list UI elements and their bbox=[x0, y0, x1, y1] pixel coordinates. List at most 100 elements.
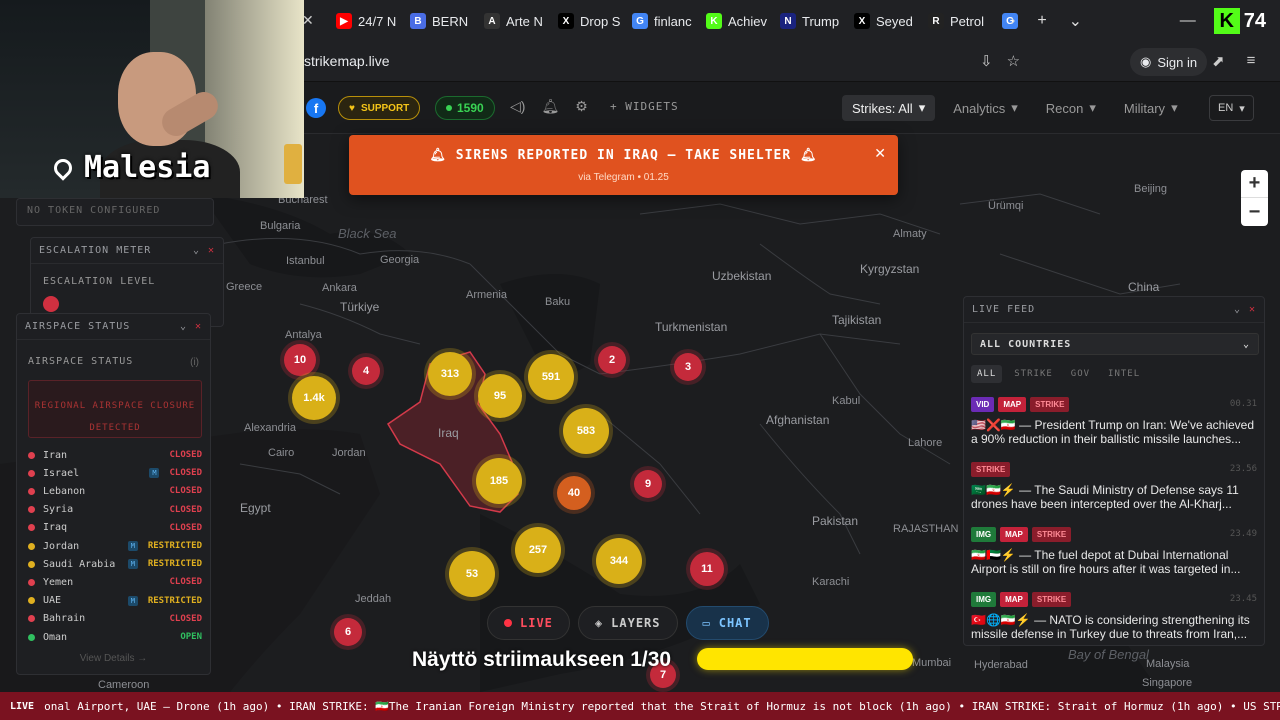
view-details-link[interactable]: View Details → bbox=[17, 653, 210, 664]
close-icon[interactable]: ✕ bbox=[1249, 304, 1256, 315]
feed-tab-strike[interactable]: STRIKE bbox=[1008, 365, 1059, 383]
country-name: Iraq bbox=[43, 522, 68, 534]
tab-controls: › + ⌄ bbox=[1010, 0, 1082, 42]
status-dot-icon bbox=[28, 524, 35, 532]
browser-tab[interactable]: N Trump bbox=[770, 0, 844, 42]
country-filter-select[interactable]: ALL COUNTRIES ⌄ bbox=[971, 333, 1259, 355]
heart-icon: ♥ bbox=[349, 102, 355, 114]
widgets-button[interactable]: + WIDGETS bbox=[610, 100, 679, 113]
bell-icon[interactable]: 🔔︎ bbox=[541, 98, 559, 115]
nav-analytics[interactable]: Analytics ▾ bbox=[943, 95, 1028, 121]
status-badge: RESTRICTED bbox=[147, 541, 202, 551]
extensions-icon[interactable]: ⬈ bbox=[1212, 52, 1225, 70]
strike-cluster[interactable]: 185 bbox=[476, 458, 522, 504]
tab-list-icon[interactable]: ⌄ bbox=[1069, 11, 1082, 31]
strike-cluster[interactable]: 313 bbox=[428, 352, 472, 396]
map-label: Almaty bbox=[893, 228, 927, 240]
status-dot-icon bbox=[28, 487, 35, 495]
chevron-right-icon[interactable]: › bbox=[1010, 12, 1015, 30]
strike-cluster[interactable]: 9 bbox=[634, 470, 662, 498]
strike-cluster[interactable]: 6 bbox=[334, 618, 362, 646]
nav-military[interactable]: Military ▾ bbox=[1114, 95, 1188, 121]
chevron-down-icon: ▾ bbox=[1089, 100, 1096, 115]
strike-cluster[interactable]: 2 bbox=[598, 346, 626, 374]
collapse-icon[interactable]: ⌄ bbox=[180, 321, 187, 332]
new-tab-button[interactable]: + bbox=[1037, 12, 1046, 30]
chat-label: CHAT bbox=[718, 616, 752, 630]
zoom-out-button[interactable]: − bbox=[1241, 198, 1268, 226]
layers-button[interactable]: ◈ LAYERS bbox=[577, 606, 678, 640]
military-badge: M bbox=[127, 541, 138, 551]
status-dot-icon bbox=[28, 578, 35, 586]
airspace-row: Saudi Arabia M RESTRICTED bbox=[28, 555, 202, 573]
url-field[interactable]: strikemap.live bbox=[304, 53, 390, 69]
news-icon: N bbox=[780, 13, 796, 29]
feed-item[interactable]: STRIKE 23.56 🇸🇦🇮🇷⚡ — The Saudi Ministry of… bbox=[971, 462, 1259, 522]
strike-cluster[interactable]: 583 bbox=[563, 408, 609, 454]
sign-in-button[interactable]: ◉ Sign in bbox=[1130, 48, 1208, 76]
browser-tab[interactable]: R Petrol bbox=[918, 0, 992, 42]
country-name: Syria bbox=[43, 504, 74, 516]
strike-cluster[interactable]: 1.4k bbox=[292, 376, 336, 420]
chat-button[interactable]: ▭ CHAT bbox=[685, 606, 769, 640]
map-label: Singapore bbox=[1142, 677, 1193, 689]
strike-cluster[interactable]: 591 bbox=[528, 354, 574, 400]
nav-strikes[interactable]: Strikes: All ▾ bbox=[842, 95, 936, 121]
header-icons: ◁) 🔔︎ ⚙ bbox=[510, 98, 588, 115]
strike-cluster[interactable]: 344 bbox=[596, 538, 642, 584]
feed-item[interactable]: IMG MAP STRIKE 23.45 🇹🇷🌐🇮🇷⚡ — NATO is consid… bbox=[971, 592, 1259, 652]
nav-recon[interactable]: Recon ▾ bbox=[1036, 95, 1106, 121]
bookmark-star-icon[interactable]: ☆ bbox=[1007, 52, 1020, 70]
strike-cluster[interactable]: 10 bbox=[284, 344, 316, 376]
facebook-icon[interactable]: f bbox=[306, 98, 326, 118]
browser-tab[interactable]: A Arte N bbox=[474, 0, 548, 42]
browser-tab[interactable]: Gfinlanc bbox=[622, 0, 696, 42]
strike-cluster[interactable]: 257 bbox=[515, 527, 561, 573]
map-label: Iraq bbox=[438, 426, 459, 440]
browser-tab[interactable]: X Drop S bbox=[548, 0, 622, 42]
strike-cluster[interactable]: 40 bbox=[557, 476, 591, 510]
feed-tab-intel[interactable]: INTEL bbox=[1102, 365, 1146, 383]
browser-tab[interactable]: X Seyed bbox=[844, 0, 918, 42]
map-label: Egypt bbox=[240, 501, 271, 515]
browser-tab[interactable]: B BERN bbox=[400, 0, 474, 42]
volume-icon[interactable]: ◁) bbox=[510, 98, 525, 115]
settings-icon[interactable]: ⚙ bbox=[575, 98, 588, 115]
live-feed-panel: LIVE FEED ⌄ ✕ ALL COUNTRIES ⌄ ALL STRIKE GO… bbox=[963, 296, 1265, 646]
strike-cluster[interactable]: 95 bbox=[478, 374, 522, 418]
browser-tab[interactable]: K Achiev bbox=[696, 0, 770, 42]
country-name: UAE bbox=[43, 595, 62, 607]
map-label: Uzbekistan bbox=[712, 269, 772, 283]
feed-item[interactable]: IMG MAP STRIKE 23.49 🇮🇷🇦🇪⚡ — The fuel depot … bbox=[971, 527, 1259, 587]
zoom-in-button[interactable]: + bbox=[1241, 170, 1268, 198]
info-icon[interactable]: (i) bbox=[190, 357, 199, 368]
feed-tab-gov[interactable]: GOV bbox=[1065, 365, 1096, 383]
language-select[interactable]: EN ▾ bbox=[1209, 95, 1254, 121]
status-badge: OPEN bbox=[180, 632, 202, 642]
minimize-icon[interactable]: — bbox=[1180, 12, 1196, 30]
live-button[interactable]: LIVE bbox=[487, 606, 570, 640]
strike-cluster[interactable]: 11 bbox=[690, 552, 724, 586]
strike-cluster[interactable]: 53 bbox=[449, 551, 495, 597]
collapse-icon[interactable]: ⌄ bbox=[193, 245, 200, 256]
support-button[interactable]: ♥ SUPPORT bbox=[338, 96, 421, 120]
close-icon[interactable]: ✕ bbox=[195, 321, 202, 332]
close-icon[interactable]: ✕ bbox=[208, 245, 215, 256]
collapse-icon[interactable]: ⌄ bbox=[1234, 304, 1241, 315]
status-dot-icon bbox=[28, 597, 35, 605]
close-icon[interactable]: ✕ bbox=[874, 145, 886, 162]
feed-tags: IMG MAP STRIKE bbox=[971, 527, 1259, 542]
tab-label: finlanc bbox=[654, 13, 692, 29]
airspace-row: Jordan M RESTRICTED bbox=[28, 537, 202, 555]
install-app-icon[interactable]: ⇩ bbox=[980, 52, 993, 70]
feed-item[interactable]: VID MAP STRIKE 00.31 🇺🇸❌🇮🇷 — President Trump… bbox=[971, 397, 1259, 457]
strike-cluster[interactable]: 4 bbox=[352, 357, 380, 385]
map-label: Alexandria bbox=[244, 422, 296, 434]
strike-cluster[interactable]: 3 bbox=[674, 353, 702, 381]
status-badge: CLOSED bbox=[169, 504, 202, 515]
feed-tab-all[interactable]: ALL bbox=[971, 365, 1003, 383]
map-label: Bulgaria bbox=[260, 220, 301, 232]
map-label: Istanbul bbox=[286, 255, 325, 267]
menu-icon[interactable]: ≡ bbox=[1247, 52, 1256, 70]
browser-tab[interactable]: ▶ 24/7 N bbox=[326, 0, 400, 42]
